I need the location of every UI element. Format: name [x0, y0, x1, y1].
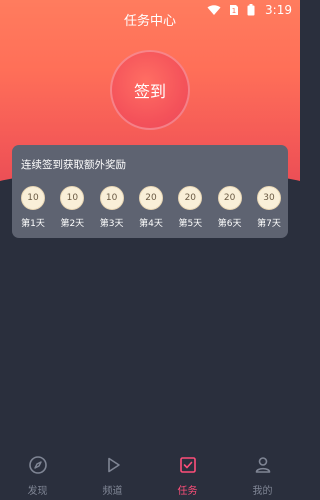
play-icon [107, 457, 120, 473]
day-label: 第3天 [99, 219, 124, 229]
user-icon [255, 457, 270, 473]
reward-day: 20 第5天 [173, 186, 207, 229]
reward-day: 10 第3天 [95, 186, 129, 229]
coin-badge: 10 [60, 186, 85, 210]
reward-card: 连续签到获取额外奖励 10 第1天 10 第2天 10 第3天 20 第4天 2… [12, 145, 288, 238]
day-label: 第2天 [60, 219, 85, 229]
compass-icon [28, 456, 47, 474]
day-label: 第4天 [139, 219, 163, 229]
tab-me[interactable]: 我的 [225, 445, 300, 500]
day-label: 第5天 [178, 219, 203, 229]
reward-day: 10 第2天 [55, 186, 89, 229]
signin-button[interactable]: 签到 [110, 50, 190, 130]
coin-badge: 10 [21, 186, 45, 210]
tab-me-label: 我的 [252, 486, 273, 497]
coin-badge: 20 [217, 186, 242, 210]
signin-label: 签到 [133, 82, 166, 101]
bottom-tabbar: 发现 频道 任务 我的 [0, 445, 300, 500]
reward-card-title: 连续签到获取额外奖励 [21, 159, 126, 171]
tab-discover-label: 发现 [27, 486, 48, 497]
day-label: 第6天 [217, 219, 242, 229]
reward-day: 30 第7天 [252, 186, 286, 229]
coin-badge: 20 [178, 186, 203, 210]
page-title: 任务中心 [123, 14, 176, 29]
day-label: 第7天 [257, 219, 281, 229]
tab-task[interactable]: 任务 [150, 445, 225, 500]
day-label: 第1天 [21, 219, 45, 229]
reward-day: 20 第4天 [134, 186, 168, 229]
tab-channel[interactable]: 频道 [75, 445, 150, 500]
coin-badge: 10 [99, 186, 124, 210]
reward-day: 10 第1天 [16, 186, 50, 229]
tab-task-label: 任务 [177, 486, 198, 497]
tab-discover[interactable]: 发现 [0, 445, 75, 500]
reward-day: 20 第6天 [213, 186, 247, 229]
coin-badge: 20 [138, 186, 163, 210]
coin-badge: 30 [256, 186, 281, 210]
task-check-icon [179, 457, 196, 473]
task-center-screen: 1 3:19 任务中心 签到 连续签到获取额外奖励 10 第1天 10 第2天 … [0, 0, 300, 500]
reward-days: 10 第1天 10 第2天 10 第3天 20 第4天 20 第5天 20 第6… [16, 186, 286, 229]
tab-channel-label: 频道 [102, 486, 123, 497]
